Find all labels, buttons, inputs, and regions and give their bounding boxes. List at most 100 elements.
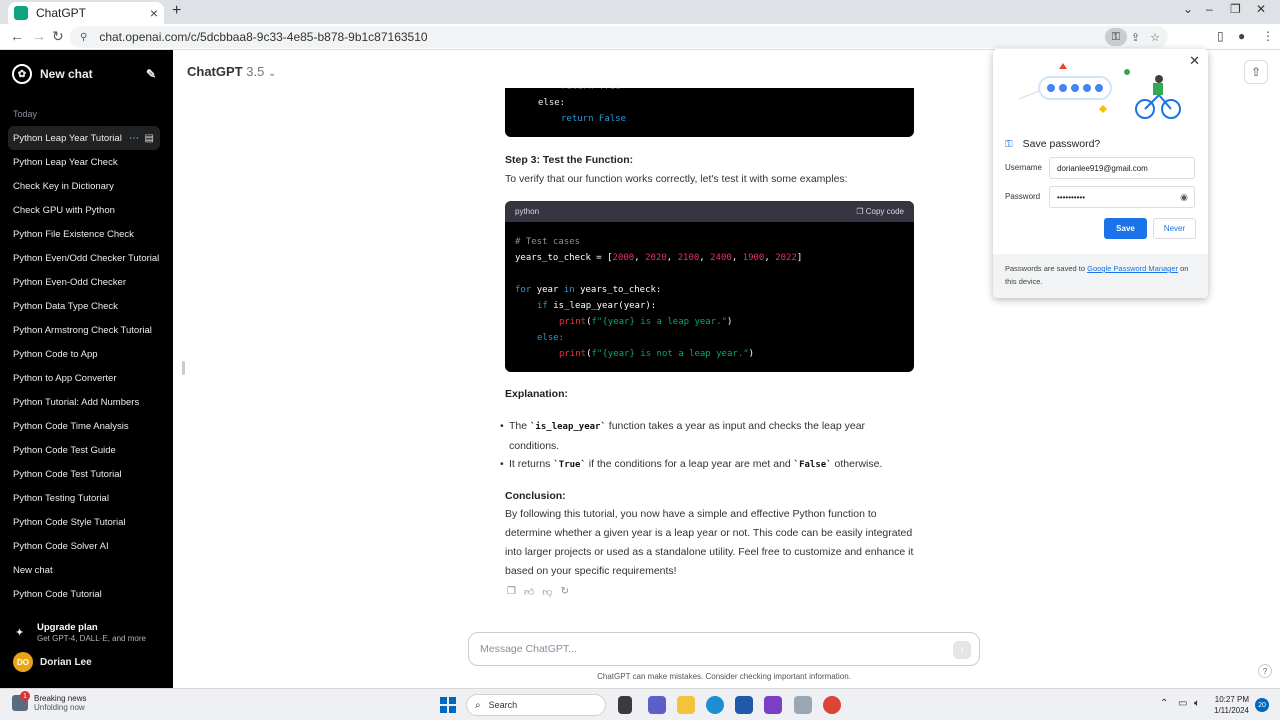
chat-item[interactable]: Check GPU with Python — [8, 198, 160, 222]
url-text: chat.openai.com/c/5dcbbaa8-9c33-4e85-b87… — [99, 30, 428, 44]
chat-item[interactable]: Python Even-Odd Checker — [8, 270, 160, 294]
chat-item[interactable]: Python Even/Odd Checker Tutorial — [8, 246, 160, 270]
new-tab-icon[interactable]: + — [172, 2, 181, 20]
code-line: return True — [561, 82, 621, 92]
new-chat-button[interactable]: ✿ New chat ✎ — [8, 62, 160, 86]
dialog-footer: Passwords are saved to Google Password M… — [993, 254, 1208, 298]
side-panel-icon[interactable]: ▯ — [1217, 29, 1224, 43]
forward-icon[interactable]: → — [32, 28, 46, 44]
code-line: print(f"{year} is not a leap year.") — [559, 349, 755, 359]
chat-item[interactable]: Python Code Test Tutorial — [8, 462, 160, 486]
task-view-icon[interactable] — [618, 696, 632, 714]
browser-tab[interactable]: ChatGPT × — [8, 2, 164, 24]
bookmark-star-icon[interactable]: ☆ — [1150, 31, 1160, 44]
chat-item[interactable]: Python Code Test Guide — [8, 438, 160, 462]
chat-item[interactable]: Python Code Solver AI — [8, 534, 160, 558]
system-clock[interactable]: 10:27 PM 1/11/2024 — [1214, 694, 1249, 716]
never-button[interactable]: Never — [1153, 218, 1196, 239]
volume-icon[interactable]: 🔈︎ — [1194, 698, 1200, 709]
close-icon[interactable]: ✕ — [1189, 53, 1200, 69]
browser-tab-bar: ChatGPT × + ⌄ – ❐ ✕ — [0, 0, 1280, 24]
conclusion-text: By following this tutorial, you now have… — [505, 508, 914, 577]
address-bar[interactable]: ⚲ chat.openai.com/c/5dcbbaa8-9c33-4e85-b… — [70, 26, 1168, 48]
chat-item[interactable]: Python File Existence Check — [8, 222, 160, 246]
chat-item-active[interactable]: Python Leap Year Tutorial ⋯ ▤ — [8, 126, 160, 150]
profile-icon[interactable]: ● — [1238, 29, 1245, 43]
tab-title: ChatGPT — [36, 6, 87, 20]
share-button[interactable]: ⇧ — [1244, 60, 1268, 84]
share-page-icon[interactable]: ⇪ — [1131, 31, 1140, 44]
clipboard-icon: ❐ — [856, 207, 866, 216]
chevron-down-icon[interactable]: ⌄ — [1183, 2, 1193, 16]
regenerate-icon[interactable]: ↻ — [561, 586, 569, 598]
message-input[interactable]: Message ChatGPT... ↑ — [468, 632, 980, 666]
chevron-up-icon[interactable]: ⌃ — [1160, 698, 1168, 709]
step3-text: To verify that our function works correc… — [505, 173, 848, 185]
model-name: ChatGPT — [187, 64, 243, 79]
chat-item[interactable]: Check Key in Dictionary — [8, 174, 160, 198]
notification-badge[interactable]: 20 — [1255, 698, 1269, 712]
minimize-icon[interactable]: – — [1206, 2, 1213, 16]
copy-icon[interactable]: ❐ — [507, 586, 516, 598]
code-line: else: — [538, 98, 566, 108]
chat-item[interactable]: Python Code to App — [8, 342, 160, 366]
upgrade-subtitle: Get GPT-4, DALL·E, and more — [37, 634, 146, 643]
clock-time: 10:27 PM — [1214, 695, 1249, 704]
user-menu[interactable]: DO Dorian Lee — [13, 652, 92, 672]
avatar: DO — [13, 652, 33, 672]
chat-item[interactable]: Python Tutorial: Add Numbers — [8, 390, 160, 414]
news-widget[interactable]: 1 Breaking news Unfolding now — [12, 691, 86, 712]
news-icon: 1 — [12, 691, 30, 711]
thumbs-up-icon[interactable]: 👍︎ — [524, 586, 534, 598]
site-info-icon[interactable]: ⚲ — [80, 32, 87, 43]
code-line: return False — [561, 114, 627, 124]
maximize-icon[interactable]: ❐ — [1230, 2, 1241, 16]
help-button[interactable]: ? — [1258, 664, 1272, 678]
eye-icon[interactable]: ◉ — [1180, 192, 1188, 203]
app-icon[interactable] — [794, 696, 812, 714]
thumbs-down-icon[interactable]: 👎︎ — [542, 586, 552, 598]
chrome-icon[interactable] — [823, 696, 841, 714]
chat-item[interactable]: New chat — [8, 558, 160, 582]
password-key-icon[interactable]: ⚿ — [1104, 28, 1127, 46]
edge-icon[interactable] — [706, 696, 724, 714]
code-comment: # Test cases — [515, 237, 581, 247]
browser-menu-icon[interactable]: ⋮ — [1262, 29, 1274, 43]
chat-item-label: Python Leap Year Tutorial — [13, 132, 122, 144]
taskbar-search[interactable]: ⌕ Search — [466, 694, 606, 716]
copy-code-button[interactable]: ❐ Copy code — [856, 207, 904, 216]
section-today-label: Today — [13, 109, 38, 119]
chat-item[interactable]: Python Code Style Tutorial — [8, 510, 160, 534]
close-tab-icon[interactable]: × — [150, 5, 158, 21]
username-label: Username — [1005, 163, 1042, 172]
chat-item[interactable]: Python Testing Tutorial — [8, 486, 160, 510]
teams-icon[interactable] — [648, 696, 666, 714]
username-field[interactable]: dorianlee919@gmail.com — [1049, 157, 1195, 179]
chat-item[interactable]: Python to App Converter — [8, 366, 160, 390]
password-field[interactable]: •••••••••• ◉ — [1049, 186, 1195, 208]
back-icon[interactable]: ← — [10, 28, 24, 44]
password-manager-link[interactable]: Google Password Manager — [1087, 264, 1178, 273]
store-icon[interactable] — [735, 696, 753, 714]
window-close-icon[interactable]: ✕ — [1256, 2, 1266, 16]
compose-icon[interactable]: ✎ — [146, 67, 156, 81]
chat-item[interactable]: Python Leap Year Check — [8, 150, 160, 174]
chat-item[interactable]: Python Armstrong Check Tutorial — [8, 318, 160, 342]
file-explorer-icon[interactable] — [677, 696, 695, 714]
reload-icon[interactable]: ↻ — [52, 28, 64, 45]
model-selector[interactable]: ChatGPT 3.5 ⌄ — [187, 64, 276, 79]
save-button[interactable]: Save — [1104, 218, 1147, 239]
start-button[interactable] — [440, 697, 456, 713]
chat-options-icon[interactable]: ⋯ ▤ — [129, 133, 154, 144]
chat-item[interactable]: Python Code Time Analysis — [8, 414, 160, 438]
new-chat-label: New chat — [40, 67, 93, 81]
chat-item[interactable]: Python Code Tutorial — [8, 582, 160, 606]
chat-item[interactable]: Python Data Type Check — [8, 294, 160, 318]
vscode-icon[interactable] — [764, 696, 782, 714]
code-block-previous: return True else: return False — [505, 82, 914, 137]
network-icon[interactable]: ▭ — [1178, 698, 1187, 709]
send-button[interactable]: ↑ — [953, 641, 971, 659]
sidebar-resize-handle[interactable] — [182, 361, 185, 375]
code-line: years_to_check = [2000, 2020, 2100, 2400… — [515, 253, 803, 263]
code-line: if is_leap_year(year): — [537, 301, 657, 311]
